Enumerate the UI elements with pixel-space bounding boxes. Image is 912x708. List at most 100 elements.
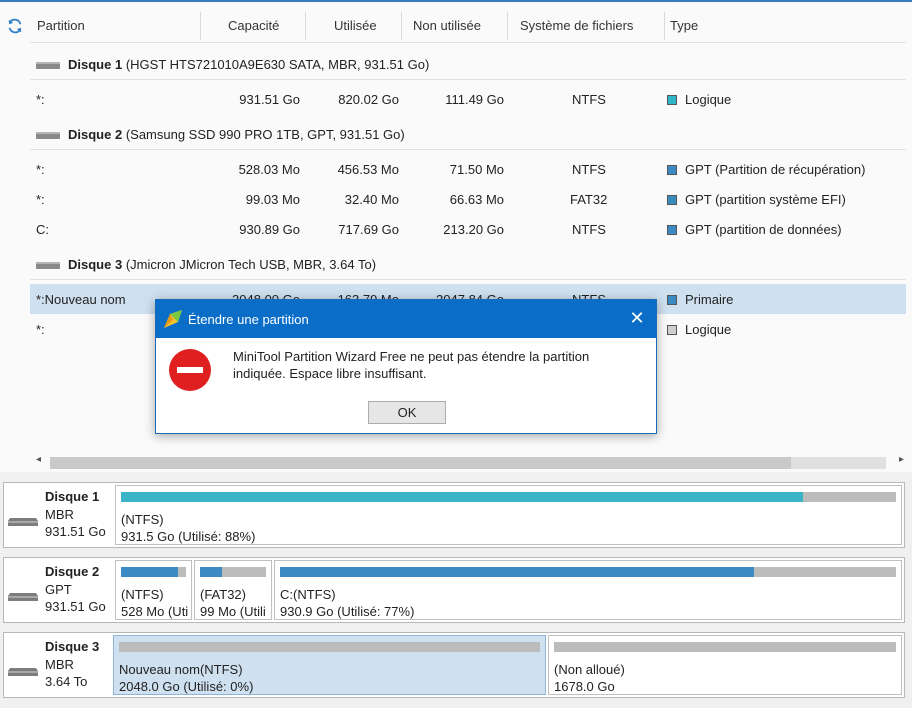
disk-scheme: MBR	[45, 507, 74, 522]
scroll-right-arrow-icon[interactable]: ▸	[899, 454, 904, 465]
type-color-swatch	[667, 225, 677, 235]
diskmap-partition[interactable]: (FAT32) 99 Mo (Utili	[194, 560, 272, 620]
diskmap-partition[interactable]: (NTFS) 528 Mo (Uti	[115, 560, 192, 620]
disk-info: Disque 3 MBR 3.64 To	[4, 633, 114, 697]
dialog-message: MiniTool Partition Wizard Free ne peut p…	[233, 349, 590, 381]
type-color-swatch	[667, 195, 677, 205]
column-separator[interactable]	[401, 12, 402, 40]
partition-label: Nouveau nom(NTFS)	[119, 662, 243, 677]
cell-partition: *:	[36, 192, 45, 207]
disk-details: (HGST HTS721010A9E630 SATA, MBR, 931.51 …	[125, 57, 430, 72]
disk-scheme: MBR	[45, 657, 74, 672]
partition-label: (Non alloué)	[554, 662, 625, 677]
col-partition[interactable]: Partition	[37, 18, 85, 33]
cell-type: Logique	[685, 322, 732, 337]
disk-details: (Samsung SSD 990 PRO 1TB, GPT, 931.51 Go…	[125, 127, 405, 142]
disk-size: 931.51 Go	[45, 524, 106, 539]
partition-detail: 931.5 Go (Utilisé: 88%)	[121, 529, 256, 544]
hard-disk-icon	[8, 668, 38, 676]
diskmap-unallocated[interactable]: (Non alloué) 1678.0 Go	[548, 635, 902, 695]
diskmap-disk-3[interactable]: Disque 3 MBR 3.64 To Nouveau nom(NTFS) 2…	[3, 632, 905, 698]
cell-type: GPT (partition système EFI)	[685, 192, 846, 207]
type-color-swatch	[667, 325, 677, 335]
column-separator[interactable]	[507, 12, 508, 40]
ok-button[interactable]: OK	[368, 401, 446, 424]
partition-row[interactable]: *: 931.51 Go 820.02 Go 111.49 Go NTFS Lo…	[30, 84, 906, 114]
usage-bar	[200, 567, 266, 577]
type-color-swatch	[667, 165, 677, 175]
cell-used: 32.40 Mo	[344, 192, 399, 207]
usage-bar	[280, 567, 896, 577]
cell-unused: 111.49 Go	[445, 92, 504, 107]
dialog-title: Étendre une partition	[188, 312, 309, 327]
cell-capacity: 99.03 Mo	[245, 192, 300, 207]
dialog-titlebar[interactable]: Étendre une partition ✕	[156, 300, 656, 338]
diskmap-partition-selected[interactable]: Nouveau nom(NTFS) 2048.0 Go (Utilisé: 0%…	[113, 635, 546, 695]
cell-type: GPT (partition de données)	[685, 222, 842, 237]
header-divider	[30, 42, 906, 43]
cell-filesystem: NTFS	[572, 222, 606, 237]
hard-disk-icon	[36, 132, 60, 139]
col-unused[interactable]: Non utilisée	[413, 18, 481, 33]
partition-detail: 528 Mo (Uti	[121, 604, 189, 619]
hard-disk-icon	[36, 62, 60, 69]
diskmap-partition[interactable]: C:(NTFS) 930.9 Go (Utilisé: 77%)	[274, 560, 902, 620]
usage-fill	[280, 567, 755, 577]
disk-scheme: GPT	[45, 582, 72, 597]
col-filesystem[interactable]: Système de fichiers	[520, 18, 633, 33]
table-header: Partition Capacité Utilisée Non utilisée…	[0, 10, 912, 42]
disk-row-3[interactable]: Disque 3 (Jmicron JMicron Tech USB, MBR,…	[30, 250, 906, 280]
col-type[interactable]: Type	[670, 18, 698, 33]
column-separator[interactable]	[664, 12, 665, 40]
partition-row[interactable]: C: 930.89 Go 717.69 Go 213.20 Go NTFS GP…	[30, 214, 906, 244]
cell-filesystem: FAT32	[570, 192, 608, 207]
partition-wizard-app-icon	[164, 310, 182, 328]
col-capacity[interactable]: Capacité	[228, 18, 279, 33]
cell-used: 717.69 Go	[338, 222, 399, 237]
cell-partition: C:	[36, 222, 49, 237]
disk-name: Disque 3	[45, 639, 100, 654]
hard-disk-icon	[8, 593, 38, 601]
scroll-left-arrow-icon[interactable]: ◂	[36, 454, 41, 465]
disk-info: Disque 2 GPT 931.51 Go	[4, 558, 114, 622]
diskmap-disk-2[interactable]: Disque 2 GPT 931.51 Go (NTFS) 528 Mo (Ut…	[3, 557, 905, 623]
disk-size: 931.51 Go	[45, 599, 106, 614]
disk-details: (Jmicron JMicron Tech USB, MBR, 3.64 To)	[125, 257, 377, 272]
diskmap-partition[interactable]: (NTFS) 931.5 Go (Utilisé: 88%)	[115, 485, 902, 545]
usage-fill	[121, 492, 803, 502]
disk-name: Disque 1	[68, 57, 123, 72]
disk-row-1[interactable]: Disque 1 (HGST HTS721010A9E630 SATA, MBR…	[30, 50, 906, 80]
usage-bar	[554, 642, 896, 652]
disk-name: Disque 2	[45, 564, 100, 579]
col-used[interactable]: Utilisée	[334, 18, 377, 33]
scrollbar-thumb[interactable]	[50, 457, 791, 469]
partition-label: C:(NTFS)	[280, 587, 336, 602]
disk-row-2[interactable]: Disque 2 (Samsung SSD 990 PRO 1TB, GPT, …	[30, 120, 906, 150]
type-color-swatch	[667, 295, 677, 305]
cell-capacity: 528.03 Mo	[238, 162, 300, 177]
cell-filesystem: NTFS	[572, 162, 606, 177]
close-icon[interactable]: ✕	[626, 307, 648, 329]
disk-info: Disque 1 MBR 931.51 Go	[4, 483, 114, 547]
disk-name: Disque 3	[68, 257, 123, 272]
hard-disk-icon	[8, 518, 38, 526]
partition-label: (FAT32)	[200, 587, 246, 602]
cell-partition: *:	[36, 92, 45, 107]
disk-name: Disque 1	[45, 489, 100, 504]
cell-capacity: 930.89 Go	[239, 222, 300, 237]
extend-partition-dialog: Étendre une partition ✕ MiniTool Partiti…	[155, 299, 657, 434]
cell-used: 820.02 Go	[338, 92, 399, 107]
partition-row[interactable]: *: 99.03 Mo 32.40 Mo 66.63 Mo FAT32 GPT …	[30, 184, 906, 214]
column-separator[interactable]	[305, 12, 306, 40]
partition-row[interactable]: *: 528.03 Mo 456.53 Mo 71.50 Mo NTFS GPT…	[30, 154, 906, 184]
column-separator[interactable]	[200, 12, 201, 40]
cell-unused: 213.20 Go	[443, 222, 504, 237]
partition-detail: 2048.0 Go (Utilisé: 0%)	[119, 679, 254, 694]
cell-filesystem: NTFS	[572, 92, 606, 107]
horizontal-scrollbar[interactable]: ◂ ▸	[30, 454, 906, 472]
cell-type: GPT (Partition de récupération)	[685, 162, 866, 177]
refresh-icon[interactable]	[6, 17, 24, 35]
cell-unused: 71.50 Mo	[449, 162, 504, 177]
cell-used: 456.53 Mo	[337, 162, 399, 177]
diskmap-disk-1[interactable]: Disque 1 MBR 931.51 Go (NTFS) 931.5 Go (…	[3, 482, 905, 548]
